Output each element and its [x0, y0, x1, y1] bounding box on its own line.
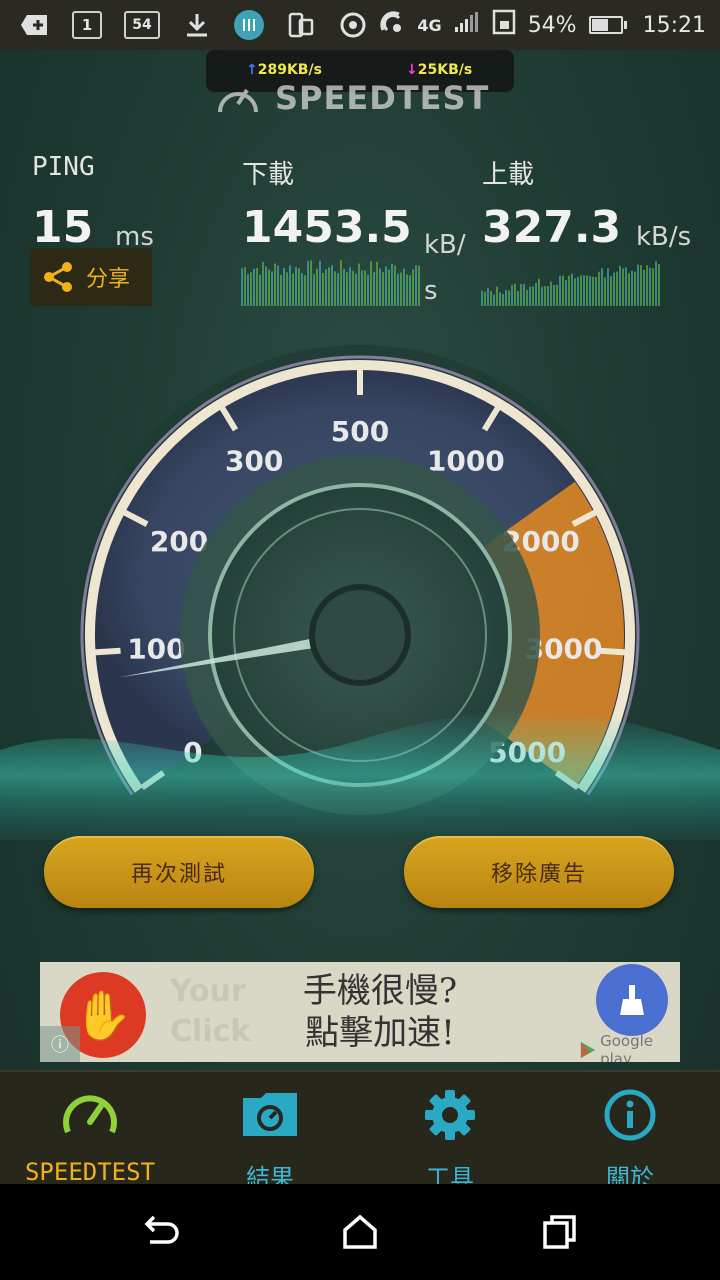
speedtest-logo: SPEEDTEST — [215, 78, 489, 118]
results-folder-icon — [243, 1093, 297, 1136]
net-download: ↓25KB/s — [406, 62, 472, 78]
notification-count: 54 — [132, 17, 152, 33]
download-icon — [182, 10, 212, 40]
gauge-tick — [599, 647, 626, 656]
status-bar: 1 54 4G 54% 15:21 — [0, 0, 720, 50]
app-icon — [234, 10, 264, 40]
share-icon — [44, 262, 72, 292]
logo-text: SPEEDTEST — [275, 79, 490, 117]
nfc-icon — [377, 8, 405, 42]
download-value: 1453.5 — [242, 202, 412, 253]
calendar-icon: 1 — [72, 11, 102, 39]
tab-tools[interactable]: 工具 — [360, 1072, 540, 1192]
net-download-value: 25KB/s — [417, 62, 473, 78]
battery-icon — [588, 16, 627, 34]
tab-speedtest-label: SPEEDTEST — [24, 1158, 156, 1186]
speedometer-icon — [63, 1095, 117, 1134]
battery-percent: 54% — [527, 12, 577, 38]
ping-label: PING — [32, 152, 95, 182]
retest-button[interactable]: 再次測試 — [44, 836, 314, 908]
notification-count-icon: 54 — [124, 11, 160, 39]
phone-tablet-icon — [286, 10, 316, 40]
bottom-tab-bar: SPEEDTEST 結果 工具 關於 — [0, 1070, 720, 1192]
sync-icon — [338, 10, 368, 40]
signal-icon — [454, 11, 480, 39]
gauge-tick-label: 100 — [127, 632, 185, 665]
gauge-tick-label: 300 — [225, 445, 283, 478]
ad-line1: 手機很慢? — [302, 971, 458, 1011]
net-upload-value: 289KB/s — [257, 62, 322, 78]
speedometer-logo-icon — [218, 88, 258, 113]
tab-speedtest[interactable]: SPEEDTEST — [0, 1072, 180, 1186]
upload-value: 327.3 — [482, 202, 622, 253]
calendar-day: 1 — [81, 16, 93, 34]
gauge-tick-label: 500 — [331, 415, 389, 448]
down-arrow-icon: ↓ — [406, 62, 418, 78]
tab-about[interactable]: 關於 — [540, 1072, 720, 1192]
google-play-badge: Google play — [580, 1032, 680, 1062]
system-nav-bar — [0, 1184, 720, 1280]
ad-banner[interactable]: Your Click ✋ 手機很慢? 點擊加速! Google play ⓘ — [40, 962, 680, 1062]
clock: 15:21 — [642, 12, 706, 38]
recents-icon[interactable] — [540, 1212, 580, 1252]
share-button[interactable]: 分享 — [30, 248, 152, 306]
gauge-tick — [94, 647, 121, 656]
upload-unit: kB/s — [636, 222, 692, 252]
ad-line2: 點擊加速! — [305, 1013, 455, 1053]
tab-results[interactable]: 結果 — [180, 1072, 360, 1192]
up-arrow-icon: ↑ — [246, 62, 258, 78]
ad-text: 手機很慢? 點擊加速! — [230, 970, 530, 1054]
download-graph — [241, 260, 420, 306]
net-upload: ↑289KB/s — [246, 62, 322, 78]
gauge-tick-label: 200 — [150, 525, 208, 558]
gear-icon — [425, 1090, 475, 1140]
share-label: 分享 — [86, 267, 131, 292]
network-type: 4G — [417, 15, 442, 35]
upload-graph — [481, 261, 660, 306]
speed-gauge: 01002003005001000200030005000 — [0, 345, 720, 840]
home-icon[interactable] — [340, 1212, 380, 1252]
sim-lock-icon — [492, 9, 516, 41]
ping-value: 15 — [32, 202, 94, 253]
store-label: Google play — [600, 1032, 653, 1062]
gauge-tick-label: 1000 — [427, 445, 505, 478]
broom-icon — [596, 964, 668, 1036]
back-icon[interactable] — [140, 1212, 180, 1252]
ad-info-icon[interactable]: ⓘ — [40, 1026, 80, 1062]
upload-label: 上載 — [482, 160, 535, 190]
info-icon — [604, 1089, 656, 1141]
download-label: 下載 — [242, 160, 295, 190]
download-unit: kB/s — [424, 230, 466, 306]
add-box-icon — [20, 10, 50, 40]
play-store-icon — [580, 1041, 596, 1059]
remove-ads-button[interactable]: 移除廣告 — [404, 836, 674, 908]
